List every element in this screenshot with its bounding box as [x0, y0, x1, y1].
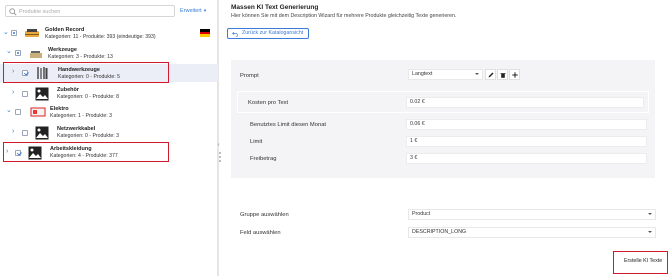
edit-prompt-button[interactable]: [485, 69, 496, 80]
advanced-search-link[interactable]: Erweitert ▾: [180, 8, 206, 14]
flag-stripe-gold: [200, 34, 210, 37]
field-select[interactable]: DESCRIPTION_LONG: [408, 227, 656, 238]
chevron-right-icon[interactable]: ›: [12, 89, 14, 97]
panel-splitter[interactable]: [218, 0, 222, 276]
used-limit-value: 0.06 €: [406, 119, 647, 130]
tree-node-title: Zubehör: [57, 87, 79, 93]
chevron-right-icon[interactable]: ›: [12, 128, 14, 136]
group-select-value: Product: [412, 211, 431, 217]
chevron-down-icon: ▾: [203, 8, 207, 14]
search-icon: [9, 8, 17, 16]
tree-node-netzwerkkabel[interactable]: › Netzwerkkabel Kategorien: 0 - Produkte…: [0, 124, 218, 141]
tree-node-elektro[interactable]: ⌄ Elektro Kategorien: 1 - Produkte: 3: [0, 104, 218, 121]
cost-per-text-value: 0.02 €: [406, 97, 644, 108]
tree-checkbox[interactable]: [22, 130, 28, 136]
catalog-tree-panel: Erweitert▾ ⌄ Golden Record Kategorien: 1…: [0, 0, 218, 276]
splitter-grip-dot: [219, 156, 221, 158]
tree-checkbox[interactable]: [11, 30, 17, 36]
chevron-down-icon[interactable]: ⌄: [6, 107, 12, 115]
used-limit-label: Benutztes Limit diesen Monat: [250, 122, 327, 128]
page-title: Massen KI Text Generierung: [231, 4, 319, 11]
tree-node-title: Netzwerkkabel: [57, 126, 96, 132]
allowance-label: Freibetrag: [250, 156, 277, 162]
prompt-label: Prompt: [240, 73, 259, 79]
ai-text-generation-panel: Massen KI Text Generierung Hier können S…: [223, 0, 670, 276]
tree-node-title: Werkzeuge: [48, 47, 77, 53]
plus-icon: [512, 72, 518, 78]
prompt-select[interactable]: Langtext: [408, 69, 483, 80]
tree-node-subtitle: Kategorien: 0 - Produkte: 8: [57, 94, 119, 100]
delete-prompt-button[interactable]: [497, 69, 508, 80]
electric-image: [30, 107, 46, 117]
tree-node-subtitle: Kategorien: 1 - Produkte: 3: [50, 113, 112, 119]
tools-image: [30, 51, 42, 58]
tree-checkbox[interactable]: [15, 50, 21, 56]
limit-label: Limit: [250, 139, 263, 145]
tree-node-subtitle: Kategorien: 3 - Produkte: 13: [48, 54, 113, 60]
page-description: Hier können Sie mit dem Description Wiza…: [231, 13, 457, 19]
tree-node-subtitle: Kategorien: 11 - Produkte: 393 (eindeuti…: [45, 34, 156, 40]
trash-icon: [500, 73, 506, 78]
back-to-catalog-button[interactable]: Zurück zur Katalogansicht: [227, 28, 310, 39]
group-select-label: Gruppe auswählen: [240, 212, 289, 218]
tree-node-subtitle: Kategorien: 0 - Produkte: 3: [57, 133, 119, 139]
chevron-down-icon[interactable]: ⌄: [6, 48, 12, 56]
tree-node-zubehoer[interactable]: › Zubehör Kategorien: 0 - Produkte: 8: [0, 85, 218, 102]
tree-node-title: Elektro: [50, 106, 69, 112]
tree-node-golden-record[interactable]: ⌄ Golden Record Kategorien: 11 - Produkt…: [0, 25, 218, 43]
search-input[interactable]: [19, 7, 169, 16]
highlight-box-arbeitskleidung: [3, 142, 169, 162]
chevron-down-icon[interactable]: ⌄: [3, 29, 9, 37]
splitter-grip-dot: [219, 152, 221, 154]
prompt-select-value: Langtext: [412, 71, 433, 77]
chevron-left-icon[interactable]: ‹: [218, 142, 220, 148]
image-placeholder-icon: [35, 126, 49, 140]
back-button-label: Zurück zur Katalogansicht: [242, 30, 304, 36]
caret-down-icon: [648, 213, 652, 215]
highlight-box-generate: [613, 251, 668, 274]
germany-flag-icon[interactable]: [200, 29, 210, 37]
add-prompt-button[interactable]: [509, 69, 520, 80]
cost-per-text-label: Kosten pro Text: [248, 100, 289, 106]
cost-per-text-box: Kosten pro Text 0.02 €: [237, 91, 649, 113]
tree-node-werkzeuge[interactable]: ⌄ Werkzeuge Kategorien: 3 - Produkte: 13: [0, 45, 218, 62]
highlight-box-handwerkzeuge: [3, 62, 169, 83]
undo-arrow-icon: [232, 31, 238, 37]
toolbox-image: [25, 29, 39, 37]
group-select[interactable]: Product: [408, 209, 656, 220]
image-placeholder-icon: [35, 87, 49, 101]
tree-checkbox[interactable]: [22, 91, 28, 97]
advanced-search-label: Erweitert: [180, 8, 202, 14]
field-select-label: Feld auswählen: [240, 230, 281, 236]
prompt-section: Prompt Langtext Kosten pro Text 0.02 € B…: [231, 60, 655, 178]
caret-down-icon: [475, 73, 479, 75]
allowance-value: 3 €: [406, 153, 647, 164]
pencil-icon: [488, 72, 494, 78]
tree-checkbox[interactable]: [15, 109, 21, 115]
limit-value: 1 €: [406, 136, 647, 147]
search-box[interactable]: [5, 5, 175, 17]
tree-node-title: Golden Record: [45, 27, 85, 33]
field-select-value: DESCRIPTION_LONG: [412, 229, 467, 235]
splitter-grip-dot: [219, 160, 221, 162]
caret-down-icon: [648, 231, 652, 233]
